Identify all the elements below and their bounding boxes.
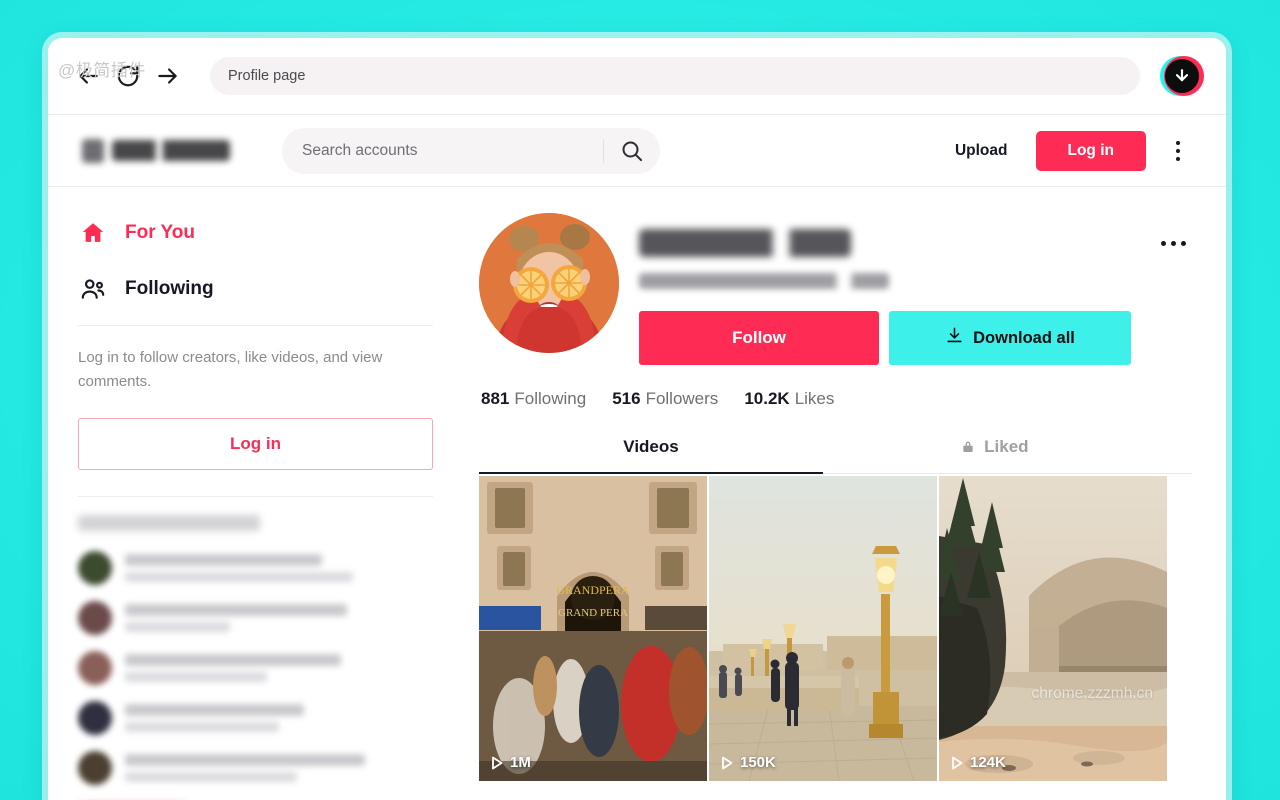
stat-likes-value: 10.2K (744, 389, 790, 408)
browser-window: @极简插件 Profile page Search accounts Uploa… (48, 38, 1226, 800)
video-thumbnail[interactable]: 150K (709, 476, 937, 781)
avatar (78, 651, 112, 685)
stat-followers-label: Followers (645, 389, 719, 408)
search-icon[interactable] (604, 128, 660, 174)
lock-icon (961, 439, 980, 458)
browser-toolbar: @极简插件 Profile page (48, 38, 1226, 115)
back-arrow-icon[interactable] (68, 56, 108, 96)
profile-actions: Follow Download all (639, 311, 1155, 365)
avatar (78, 701, 112, 735)
svg-text:GRANDPERA: GRANDPERA (556, 583, 630, 597)
suggested-account-text (125, 654, 433, 682)
kebab-dot (1176, 148, 1180, 153)
page-body: For You Following Log in to follow creat… (48, 187, 1226, 800)
suggested-account-text (125, 704, 433, 732)
video-thumbnail[interactable]: GRANDPERA GRAND PERA 1M (479, 476, 707, 781)
more-dot (1181, 241, 1186, 246)
login-button-sidebar[interactable]: Log in (78, 418, 433, 470)
video-view-count: 1M (491, 754, 531, 771)
list-item[interactable] (78, 701, 433, 735)
video-thumbnail[interactable]: 124K chrome.zzzmh.cn (939, 476, 1167, 781)
kebab-dot (1176, 140, 1180, 145)
download-all-label: Download all (973, 328, 1075, 347)
more-dot (1161, 241, 1166, 246)
sidebar-divider-2 (78, 496, 433, 497)
profile-tabs: Videos Liked (479, 437, 1192, 474)
reload-icon[interactable] (108, 56, 148, 96)
home-icon (78, 220, 108, 246)
list-item[interactable] (78, 651, 433, 685)
tab-liked[interactable]: Liked (823, 437, 1167, 473)
view-count-text: 150K (740, 754, 776, 771)
search-input[interactable] (282, 141, 603, 160)
list-item[interactable] (78, 551, 433, 585)
more-vertical-icon[interactable] (1164, 134, 1192, 168)
site-header: Upload Log in (48, 115, 1226, 187)
svg-text:GRAND PERA: GRAND PERA (558, 607, 628, 619)
address-bar-text: Profile page (228, 68, 306, 84)
more-dot (1171, 241, 1176, 246)
tab-videos-label: Videos (623, 437, 679, 456)
profile-identity: Follow Download all (639, 213, 1155, 365)
download-icon (945, 326, 964, 350)
tab-liked-label: Liked (984, 437, 1029, 456)
logo-wordmark (112, 140, 230, 161)
stat-following-value: 881 (481, 389, 510, 408)
suggested-account-text (125, 554, 433, 582)
profile-main: Follow Download all 881 Following 516 Fo… (463, 187, 1226, 800)
sidebar: For You Following Log in to follow creat… (48, 187, 463, 800)
avatar (78, 551, 112, 585)
profile-header: Follow Download all (479, 213, 1192, 365)
sidebar-item-following[interactable]: Following (78, 269, 433, 309)
play-icon (721, 756, 733, 770)
login-prompt-text: Log in to follow creators, like videos, … (78, 349, 383, 390)
download-all-button[interactable]: Download all (889, 311, 1131, 365)
avatar (78, 601, 112, 635)
forward-arrow-icon[interactable] (148, 56, 188, 96)
upload-button[interactable]: Upload (941, 134, 1022, 168)
video-view-count: 124K (951, 754, 1006, 771)
kebab-dot (1176, 156, 1180, 161)
search-bar[interactable] (282, 127, 660, 174)
address-bar[interactable]: Profile page (210, 57, 1140, 95)
more-horizontal-icon[interactable] (1155, 235, 1192, 252)
stat-likes: 10.2K Likes (744, 389, 834, 409)
list-item[interactable] (78, 751, 433, 785)
stat-likes-label: Likes (794, 389, 835, 408)
sidebar-divider (78, 325, 433, 326)
extension-core (1165, 59, 1199, 93)
people-icon (78, 276, 108, 302)
profile-handle (639, 273, 889, 289)
stat-followers-value: 516 (612, 389, 641, 408)
sidebar-item-label: Following (125, 278, 214, 299)
tab-active-underline (479, 471, 823, 474)
tiktok-logo[interactable] (82, 134, 230, 168)
avatar[interactable] (479, 213, 619, 353)
play-icon (491, 756, 503, 770)
list-item[interactable] (78, 601, 433, 635)
sidebar-item-for-you[interactable]: For You (78, 213, 433, 253)
login-button-header[interactable]: Log in (1035, 130, 1146, 171)
logo-note-icon (82, 138, 104, 163)
stat-following: 881 Following (481, 389, 586, 409)
follow-button[interactable]: Follow (639, 311, 879, 365)
profile-stats: 881 Following 516 Followers 10.2K Likes (481, 389, 1192, 409)
suggested-account-text (125, 754, 433, 782)
header-actions: Upload Log in (941, 130, 1192, 171)
video-grid: GRANDPERA GRAND PERA 1M 150K 124K chrome… (479, 476, 1192, 781)
suggested-account-text (125, 604, 433, 632)
video-view-count: 150K (721, 754, 776, 771)
tab-videos[interactable]: Videos (479, 437, 823, 473)
play-icon (951, 756, 963, 770)
profile-display-name (639, 229, 851, 257)
suggested-accounts-heading (78, 515, 260, 531)
view-count-text: 1M (510, 754, 531, 771)
stat-following-label: Following (514, 389, 587, 408)
stat-followers: 516 Followers (612, 389, 718, 409)
download-extension-icon[interactable] (1160, 54, 1204, 98)
view-count-text: 124K (970, 754, 1006, 771)
sidebar-item-label: For You (125, 222, 196, 243)
avatar (78, 751, 112, 785)
